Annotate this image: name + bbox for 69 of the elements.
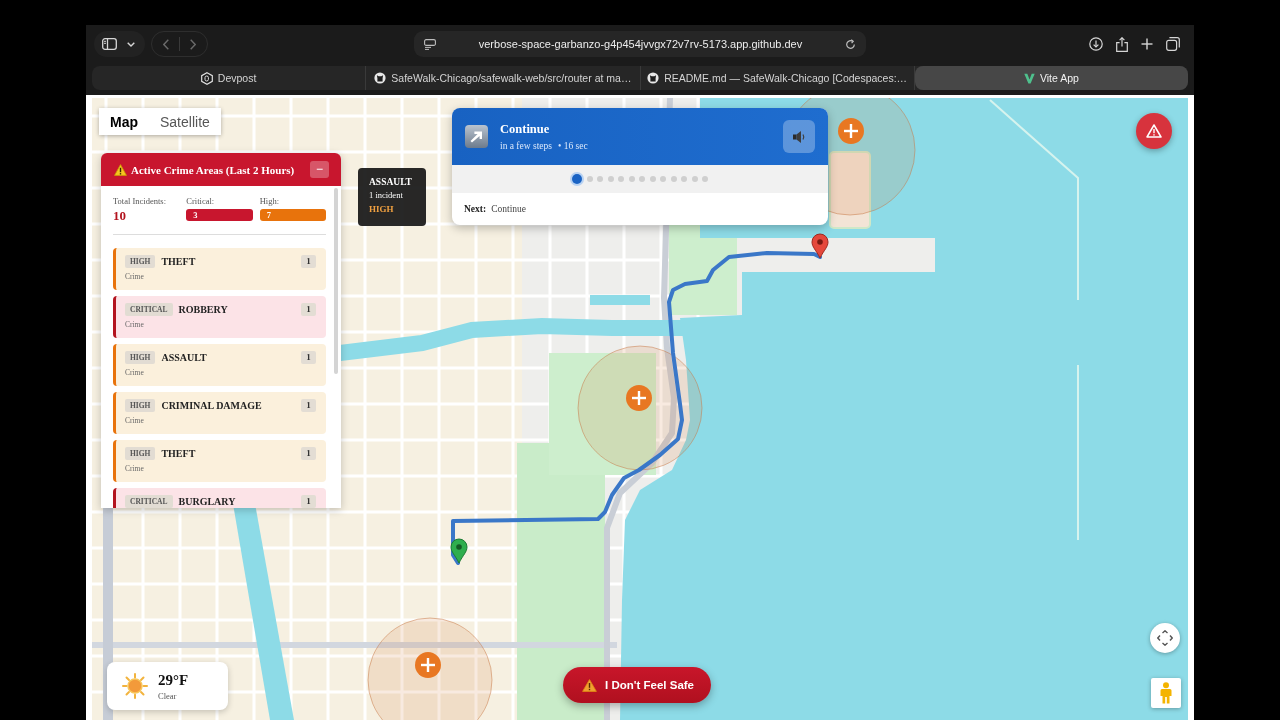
duration-text: • 16 sec	[558, 139, 588, 152]
plus-icon[interactable]	[1141, 38, 1153, 50]
crime-type: THEFT	[161, 256, 197, 267]
crime-type: ASSAULT	[161, 352, 208, 363]
stat-label: Total Incidents:	[113, 196, 166, 206]
round-logo-icon	[647, 72, 660, 84]
destination-pin-icon[interactable]	[811, 233, 829, 259]
warning-icon	[114, 163, 127, 176]
sidebar-button[interactable]	[94, 31, 145, 57]
crime-type: ROBBERY	[178, 304, 229, 315]
forward-icon[interactable]	[190, 38, 196, 50]
crime-type: CRIMINAL DAMAGE	[161, 400, 263, 411]
next-label: Next:	[464, 204, 487, 214]
start-pin-icon[interactable]	[450, 538, 468, 564]
distance-text: in a few steps	[500, 139, 552, 152]
tooltip-detail: 1 incident	[369, 190, 404, 201]
next-maneuver-text: Continue	[491, 204, 526, 214]
browser-tab[interactable]: README.md — SafeWalk-Chicago [Codespaces:…	[640, 66, 915, 90]
stat-label: High:	[259, 196, 280, 206]
scrollbar-thumb[interactable]	[334, 188, 338, 374]
arrow-up-right-icon	[465, 125, 488, 148]
unsafe-alert-button[interactable]: I Don't Feel Safe	[563, 667, 711, 703]
plus-marker-icon[interactable]	[838, 118, 864, 144]
plus-marker-icon[interactable]	[626, 385, 652, 411]
condition-text: Clear	[158, 690, 178, 701]
address-bar[interactable]: verbose-space-garbanzo-g4p454jvvgx72v7rv-5173.app.github.dev	[414, 31, 866, 57]
person-icon	[1160, 682, 1172, 704]
sun-icon	[122, 673, 148, 699]
crime-type: THEFT	[161, 448, 197, 459]
sidebar-icon	[102, 38, 117, 50]
share-icon[interactable]	[1116, 36, 1128, 52]
stat-label: Critical:	[186, 196, 215, 206]
speaker-icon	[791, 129, 807, 144]
maneuver-text: Continue	[500, 121, 551, 137]
round-logo-icon	[374, 72, 387, 84]
chevron-down-icon	[127, 41, 135, 47]
warning-icon	[582, 678, 597, 692]
back-icon[interactable]	[163, 38, 169, 50]
browser-tab[interactable]: SafeWalk-Chicago/safewalk-web/src/router at ma…	[366, 66, 641, 90]
incident-count: 1	[301, 255, 316, 268]
page-menu-icon[interactable]	[424, 38, 436, 50]
incident-count: 1	[301, 447, 316, 460]
critical-count: 3	[186, 209, 253, 221]
total-count: 10	[113, 209, 126, 222]
incident-count: 1	[301, 351, 316, 364]
map-type-tab[interactable]: Satellite	[149, 108, 221, 135]
water-channel	[590, 295, 650, 305]
incident-count: 1	[301, 399, 316, 412]
browser-tab[interactable]: Vite App	[914, 66, 1188, 90]
v-shape-icon	[1023, 72, 1035, 84]
reload-icon[interactable]	[845, 38, 856, 50]
incident-count: 1	[301, 303, 316, 316]
temperature-text: 29°F	[158, 671, 189, 689]
four-arrows-icon	[1157, 630, 1173, 646]
incident-count: 1	[301, 495, 316, 508]
high-count: 7	[259, 209, 326, 221]
browser-tab[interactable]: Devpost	[92, 66, 367, 90]
collapse-button[interactable]: −	[310, 161, 329, 178]
tabs-icon[interactable]	[1166, 37, 1180, 51]
hexagon-icon	[200, 71, 213, 85]
panel-title: Active Crime Areas (Last 2 Hours)	[131, 163, 296, 176]
plus-marker-icon[interactable]	[415, 652, 441, 678]
tooltip-title: ASSAULT	[369, 176, 413, 188]
crime-type: BURGLARY	[178, 496, 237, 507]
speaker-button[interactable]	[783, 120, 815, 153]
map-type-tab[interactable]: Map	[99, 108, 149, 135]
warning-icon	[1146, 124, 1162, 138]
download-icon[interactable]	[1089, 37, 1103, 51]
tooltip-severity: HIGH	[369, 203, 395, 215]
